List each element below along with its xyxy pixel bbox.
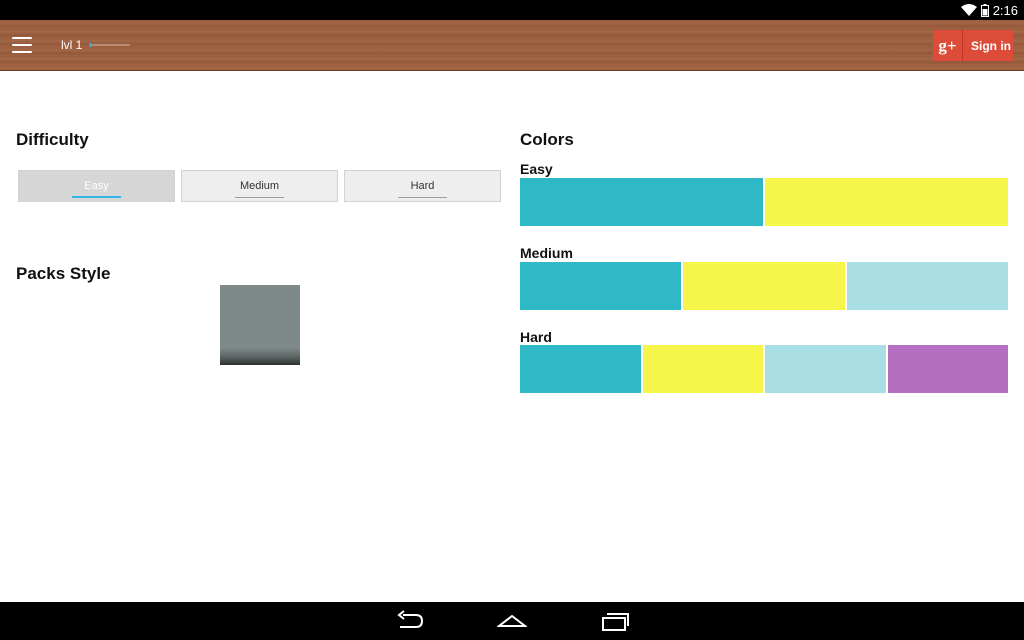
battery-icon: [980, 3, 989, 17]
status-bar: 2:16: [0, 0, 1024, 20]
level-progress-fill: [89, 43, 92, 47]
color-swatch: [642, 345, 763, 393]
colors-hard-label: Hard: [520, 329, 552, 345]
recent-apps-icon[interactable]: [600, 610, 630, 637]
back-icon[interactable]: [394, 610, 426, 637]
signin-label: Sign in: [971, 38, 1011, 53]
pack-style-swatch[interactable]: [220, 285, 300, 365]
color-swatch: [887, 345, 1008, 393]
wifi-icon: [960, 4, 977, 16]
colors-hard-row[interactable]: [520, 345, 1008, 393]
difficulty-medium-button[interactable]: Medium: [181, 170, 338, 202]
difficulty-button-label: Hard: [410, 180, 435, 192]
navigation-bar: [0, 602, 1024, 640]
packs-style-title: Packs Style: [16, 264, 111, 283]
google-signin-button[interactable]: g+ Sign in: [933, 30, 1013, 61]
difficulty-button-label: Easy: [84, 180, 109, 192]
difficulty-hard-button[interactable]: Hard: [344, 170, 501, 202]
colors-medium-label: Medium: [520, 245, 573, 261]
level-progress-bar: [89, 43, 130, 47]
difficulty-button-label: Medium: [239, 180, 280, 192]
app-bar: lvl 1 g+ Sign in: [0, 20, 1024, 71]
google-plus-icon: g+: [933, 30, 963, 61]
home-icon[interactable]: [496, 610, 528, 637]
color-swatch: [520, 178, 763, 226]
colors-medium-row[interactable]: [520, 262, 1008, 310]
menu-icon[interactable]: [12, 37, 32, 53]
color-swatch: [846, 262, 1008, 310]
level-label: lvl 1: [61, 38, 83, 52]
color-swatch: [765, 178, 1008, 226]
colors-easy-row[interactable]: [520, 178, 1008, 226]
colors-easy-label: Easy: [520, 161, 553, 177]
color-swatch: [683, 262, 845, 310]
color-swatch: [520, 262, 682, 310]
color-swatch: [765, 345, 886, 393]
difficulty-title: Difficulty: [16, 130, 89, 149]
status-time: 2:16: [992, 2, 1018, 18]
colors-title: Colors: [520, 130, 574, 149]
color-swatch: [520, 345, 641, 393]
difficulty-easy-button[interactable]: Easy: [18, 170, 175, 202]
